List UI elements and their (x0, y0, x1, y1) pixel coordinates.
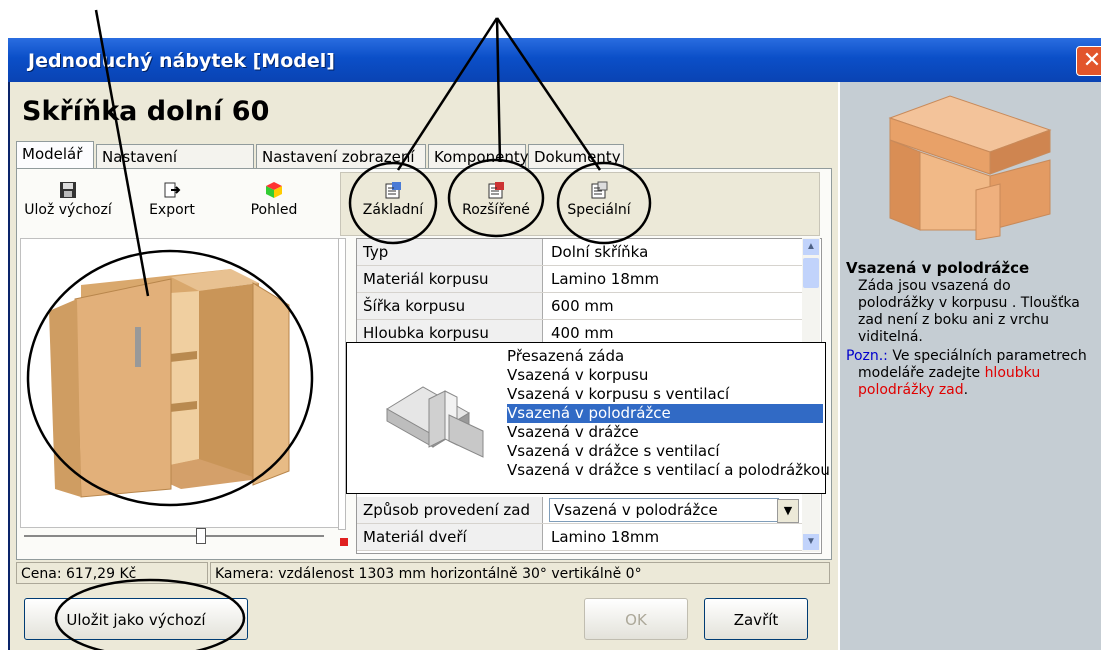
price-status: Cena: 617,29 Kč (16, 562, 208, 584)
extended-params-button[interactable]: Rozšířené (446, 176, 546, 232)
property-value: Dolní skříňka (551, 243, 649, 261)
special-params-button[interactable]: Speciální (552, 176, 646, 232)
property-key: Materiál dveří (357, 524, 543, 550)
tab-dokumenty[interactable]: Dokumenty (528, 144, 624, 168)
table-row[interactable]: Šířka korpusu 600 mm (357, 293, 803, 320)
dropdown-option[interactable]: Vsazená v drážce s ventilací a polodrážk… (507, 461, 830, 480)
help-note-line2: modeláře zadejte hloubku (858, 365, 1040, 382)
camera-status: Kamera: vzdálenost 1303 mm horizontálně … (210, 562, 830, 584)
dropdown-option[interactable]: Vsazená v drážce (507, 423, 639, 442)
property-key: Materiál korpusu (357, 266, 543, 292)
help-note-highlight: hloubku (984, 365, 1041, 381)
model-viewport[interactable] (20, 238, 340, 528)
scroll-up-icon[interactable]: ▲ (803, 239, 819, 255)
property-key: Šířka korpusu (357, 293, 543, 319)
help-note-line1: Pozn.: Ve speciálních parametrech (846, 348, 1087, 365)
tab-modelar[interactable]: Modelář (16, 141, 94, 169)
help-note-text: modeláře zadejte (858, 365, 985, 381)
save-as-default-button[interactable]: Uložit jako výchozí (24, 598, 248, 640)
help-note-highlight: polodrážky zad (858, 382, 964, 398)
help-text-line: Záda jsou vsazená do (858, 278, 1011, 294)
floppy-icon (60, 182, 76, 198)
export-icon (164, 182, 181, 198)
save-default-label: Ulož výchozí (24, 202, 112, 218)
properties-icon (591, 181, 608, 199)
property-value: Lamino 18mm (551, 270, 660, 288)
properties-icon (488, 182, 504, 199)
special-params-label: Speciální (567, 202, 631, 218)
export-label: Export (149, 202, 195, 218)
zoom-slider[interactable] (24, 535, 324, 537)
help-title: Vsazená v polodrážce (846, 259, 1030, 277)
tab-nastaveni-zobrazeni[interactable]: Nastavení zobrazení (256, 144, 426, 168)
table-row[interactable]: Způsob provedení zad Vsazená v polodrážce… (357, 497, 803, 524)
property-value: 600 mm (551, 297, 614, 315)
cube-icon (266, 182, 282, 198)
dropdown-option[interactable]: Vsazená v korpusu s ventilací (507, 385, 729, 404)
help-note-line3: polodrážky zad. (858, 382, 968, 399)
property-value: Lamino 18mm (551, 528, 660, 546)
tab-nastaveni-modelare[interactable]: Nastavení modeláře (96, 144, 254, 190)
viewport-vertical-slider[interactable] (338, 238, 346, 530)
table-row[interactable]: Typ Dolní skříňka (357, 239, 803, 266)
help-note-end: . (963, 382, 969, 398)
window-title: Jednoduchý nábytek [Model] (28, 50, 335, 72)
zoom-slider-thumb[interactable] (196, 528, 206, 544)
dropdown-option[interactable]: Přesazená záda (507, 347, 624, 366)
tab-komponenty[interactable]: Komponenty (428, 144, 529, 168)
basic-params-button[interactable]: Základní (346, 176, 440, 232)
scroll-down-icon[interactable]: ▼ (803, 534, 819, 550)
basic-params-label: Základní (362, 202, 424, 218)
view-button[interactable]: Pohled (228, 176, 320, 232)
back-panel-select[interactable]: Vsazená v polodrážce (549, 498, 779, 522)
page-title: Skříňka dolní 60 (22, 96, 270, 127)
back-panel-preview-icon (386, 386, 484, 458)
dropdown-option-selected[interactable]: Vsazená v polodrážce (507, 404, 823, 423)
help-text-line: viditelná. (858, 329, 923, 345)
table-row[interactable]: Materiál dveří Lamino 18mm (357, 524, 803, 551)
property-key: Typ (357, 239, 543, 265)
extended-params-label: Rozšířené (462, 202, 530, 218)
chevron-down-icon[interactable]: ▼ (777, 499, 799, 523)
property-key: Způsob provedení zad (357, 497, 543, 523)
ok-button[interactable]: OK (584, 598, 688, 640)
scroll-thumb[interactable] (803, 258, 819, 288)
properties-icon (385, 182, 401, 199)
help-text-line: zad není z boku ani z vrchu (858, 312, 1049, 328)
dropdown-option[interactable]: Vsazená v drážce s ventilací (507, 442, 720, 461)
dropdown-option[interactable]: Vsazená v korpusu (507, 366, 648, 385)
help-note-text: Ve speciálních parametrech (887, 348, 1087, 364)
table-row[interactable]: Materiál korpusu Lamino 18mm (357, 266, 803, 293)
cabinet-3d-model (49, 269, 290, 498)
back-panel-detail-image (888, 95, 1052, 240)
save-default-button[interactable]: Ulož výchozí (18, 176, 118, 232)
close-icon[interactable]: ✕ (1076, 46, 1101, 76)
help-text-line: polodrážky v korpusu . Tloušťka (858, 295, 1080, 311)
close-button[interactable]: Zavřít (704, 598, 808, 640)
view-label: Pohled (250, 202, 298, 218)
help-note-label: Pozn.: (846, 348, 888, 364)
record-indicator (340, 538, 348, 546)
export-button[interactable]: Export (124, 176, 220, 232)
back-panel-dropdown[interactable]: Přesazená záda Vsazená v korpusu Vsazená… (346, 342, 830, 494)
